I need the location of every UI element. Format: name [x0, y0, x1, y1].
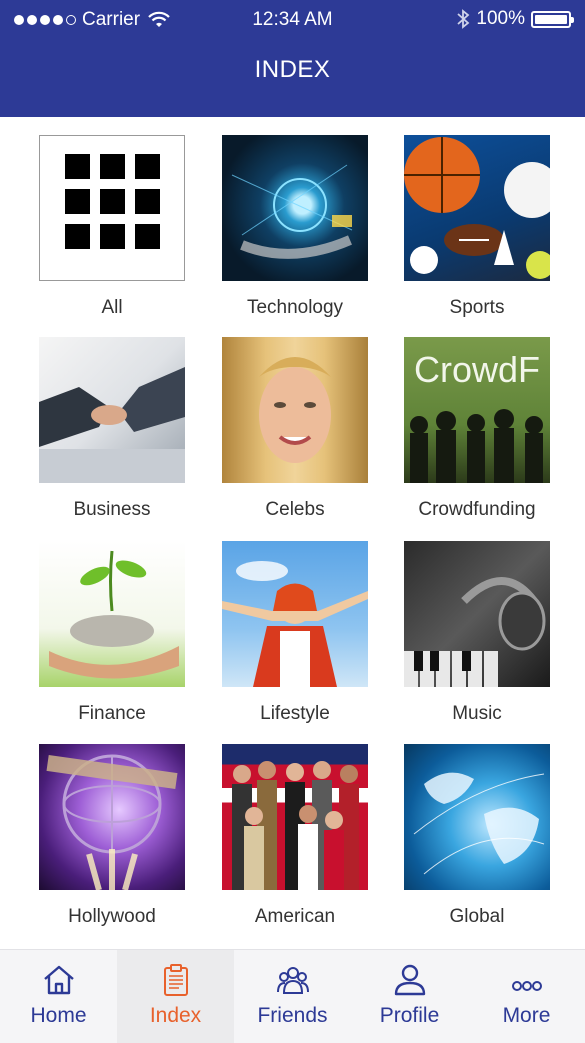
category-label: Music [452, 703, 502, 724]
music-image [404, 541, 550, 687]
battery-icon [531, 10, 574, 28]
category-label: All [101, 297, 123, 318]
tab-more[interactable]: More [468, 950, 585, 1043]
finance-image [39, 541, 185, 687]
category-sports[interactable]: Sports [404, 135, 550, 319]
category-celebs[interactable]: Celebs [222, 337, 368, 521]
category-label: Hollywood [68, 906, 156, 927]
american-image [222, 744, 368, 890]
more-icon [511, 981, 542, 991]
clipboard-icon [163, 964, 188, 996]
tab-friends[interactable]: Friends [234, 950, 351, 1043]
technology-image [222, 135, 368, 281]
category-label: Lifestyle [260, 703, 330, 724]
category-all[interactable]: All [39, 135, 185, 319]
status-bar: Carrier 12:34 AM 100% [0, 0, 585, 40]
tab-index[interactable]: Index [117, 950, 234, 1043]
lifestyle-image [222, 541, 368, 687]
category-label: Celebs [265, 499, 325, 520]
tab-bar: Home Index Friends Profile More [0, 949, 585, 1043]
category-technology[interactable]: Technology [222, 135, 368, 319]
category-label: American [254, 906, 336, 927]
category-hollywood[interactable]: Hollywood [39, 744, 185, 928]
friends-icon [276, 967, 309, 994]
grid-icon [39, 135, 185, 281]
category-label: Crowdfunding [418, 499, 536, 520]
category-label: Global [449, 906, 505, 927]
home-icon [43, 965, 74, 995]
tab-label: More [502, 1004, 551, 1027]
battery-group: 100% [456, 8, 574, 30]
category-label: Finance [78, 703, 146, 724]
page-title: INDEX [254, 56, 331, 83]
category-business[interactable]: Business [39, 337, 185, 521]
category-crowdfunding[interactable]: CrowdF Crowdfunding [404, 337, 550, 521]
category-lifestyle[interactable]: Lifestyle [222, 541, 368, 725]
crowdfunding-image: CrowdF [404, 337, 550, 483]
profile-icon [394, 964, 425, 996]
tab-label: Profile [379, 1004, 440, 1027]
category-label: Sports [449, 297, 505, 318]
tab-label: Friends [257, 1004, 328, 1027]
category-music[interactable]: Music [404, 541, 550, 725]
tab-profile[interactable]: Profile [351, 950, 468, 1043]
hollywood-image [39, 744, 185, 890]
category-american[interactable]: American [222, 744, 368, 928]
bluetooth-icon [457, 9, 470, 29]
global-image [404, 744, 550, 890]
tab-label: Home [30, 1004, 87, 1027]
category-global[interactable]: Global [404, 744, 550, 928]
category-finance[interactable]: Finance [39, 541, 185, 725]
tab-home[interactable]: Home [0, 950, 117, 1043]
sports-image [404, 135, 550, 281]
category-label: Technology [246, 297, 344, 318]
tab-label: Index [149, 1004, 202, 1027]
celebs-image [222, 337, 368, 483]
battery-percent: 100% [476, 8, 525, 29]
business-image [39, 337, 185, 483]
app-header: Carrier 12:34 AM 100% INDEX [0, 0, 585, 117]
category-label: Business [73, 499, 151, 520]
